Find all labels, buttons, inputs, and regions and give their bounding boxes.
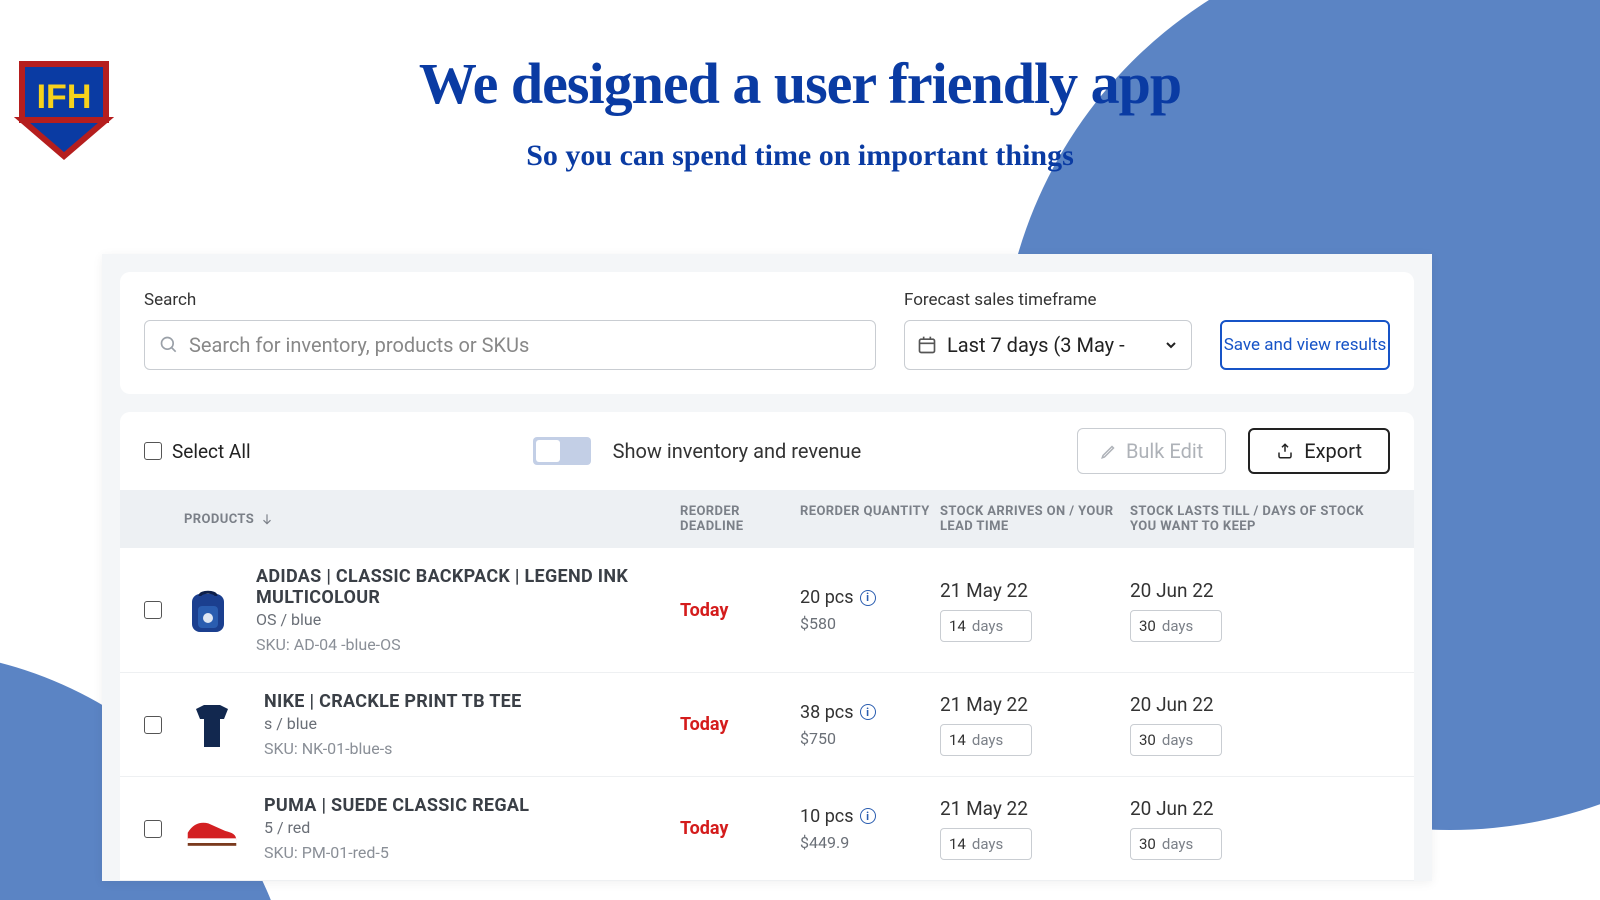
col-reorder-deadline: REORDER DEADLINE [680, 504, 800, 534]
reorder-deadline: Today [680, 818, 729, 839]
hero-title: We designed a user friendly app [0, 50, 1600, 117]
search-input[interactable]: Search for inventory, products or SKUs [144, 320, 876, 370]
search-placeholder: Search for inventory, products or SKUs [189, 333, 529, 357]
product-title: ADIDAS | CLASSIC BACKPACK | LEGEND INK M… [256, 566, 680, 608]
keep-days-input[interactable]: 30days [1130, 724, 1222, 756]
bulk-edit-button[interactable]: Bulk Edit [1077, 428, 1226, 474]
lasts-date: 20 Jun 22 [1130, 693, 1390, 716]
col-reorder-quantity: REORDER QUANTITY [800, 504, 940, 534]
col-stock-lasts: STOCK LASTS TILL / DAYS OF STOCK YOU WAN… [1130, 504, 1390, 534]
product-variant: s / blue [264, 714, 522, 733]
hero-subtitle: So you can spend time on important thing… [0, 139, 1600, 173]
reorder-qty: 20 pcs i [800, 587, 940, 608]
export-button[interactable]: Export [1248, 428, 1390, 474]
toolbar: Select All Show inventory and revenue Bu… [120, 412, 1414, 490]
timeframe-value: Last 7 days (3 May - [947, 333, 1125, 357]
reorder-cost: $580 [800, 614, 940, 633]
show-inventory-label: Show inventory and revenue [613, 439, 862, 463]
product-sku: SKU: NK-01-blue-s [264, 739, 522, 758]
pencil-icon [1100, 442, 1118, 460]
lead-days-input[interactable]: 14days [940, 610, 1032, 642]
table-header: PRODUCTS REORDER DEADLINE REORDER QUANTI… [120, 490, 1414, 548]
info-icon[interactable]: i [860, 590, 876, 606]
search-card: Search Search for inventory, products or… [120, 272, 1414, 394]
search-label: Search [144, 290, 876, 310]
reorder-cost: $750 [800, 729, 940, 748]
search-icon [159, 335, 179, 355]
row-checkbox[interactable] [144, 601, 162, 619]
row-checkbox[interactable] [144, 820, 162, 838]
lead-days-input[interactable]: 14days [940, 724, 1032, 756]
timeframe-select[interactable]: Last 7 days (3 May - [904, 320, 1192, 370]
product-sku: SKU: AD-04 -blue-OS [256, 635, 680, 654]
product-thumb [184, 801, 240, 857]
row-checkbox[interactable] [144, 716, 162, 734]
product-variant: 5 / red [264, 818, 529, 837]
arrive-date: 21 May 22 [940, 693, 1130, 716]
table-body: ADIDAS | CLASSIC BACKPACK | LEGEND INK M… [120, 548, 1414, 881]
reorder-deadline: Today [680, 600, 729, 621]
table-row: NIKE | CRACKLE PRINT TB TEE s / blue SKU: … [120, 673, 1414, 777]
table-row: ADIDAS | CLASSIC BACKPACK | LEGEND INK M… [120, 548, 1414, 673]
product-variant: OS / blue [256, 610, 680, 629]
product-title: PUMA | SUEDE CLASSIC REGAL [264, 795, 529, 816]
save-view-button[interactable]: Save and view results [1220, 320, 1390, 370]
lead-days-input[interactable]: 14days [940, 828, 1032, 860]
calendar-icon [917, 335, 937, 355]
arrive-date: 21 May 22 [940, 797, 1130, 820]
product-thumb [184, 697, 240, 753]
reorder-deadline: Today [680, 714, 729, 735]
checkbox-icon [144, 442, 162, 460]
info-icon[interactable]: i [860, 704, 876, 720]
keep-days-input[interactable]: 30days [1130, 828, 1222, 860]
export-icon [1276, 442, 1294, 460]
reorder-qty: 10 pcs i [800, 806, 940, 827]
arrow-down-icon [260, 512, 274, 526]
product-title: NIKE | CRACKLE PRINT TB TEE [264, 691, 522, 712]
arrive-date: 21 May 22 [940, 579, 1130, 602]
col-stock-arrives: STOCK ARRIVES ON / YOUR LEAD TIME [940, 504, 1130, 534]
timeframe-label: Forecast sales timeframe [904, 290, 1192, 310]
lasts-date: 20 Jun 22 [1130, 797, 1390, 820]
reorder-cost: $449.9 [800, 833, 940, 852]
keep-days-input[interactable]: 30days [1130, 610, 1222, 642]
lasts-date: 20 Jun 22 [1130, 579, 1390, 602]
info-icon[interactable]: i [860, 808, 876, 824]
table-row: PUMA | SUEDE CLASSIC REGAL 5 / red SKU: PM… [120, 777, 1414, 881]
app-panel: Search Search for inventory, products or… [102, 254, 1432, 881]
chevron-down-icon [1163, 337, 1179, 353]
product-sku: SKU: PM-01-red-5 [264, 843, 529, 862]
show-inventory-toggle[interactable] [533, 437, 591, 465]
select-all-checkbox[interactable]: Select All [144, 440, 251, 463]
reorder-qty: 38 pcs i [800, 702, 940, 723]
col-products[interactable]: PRODUCTS [184, 504, 680, 534]
product-thumb [184, 582, 232, 638]
